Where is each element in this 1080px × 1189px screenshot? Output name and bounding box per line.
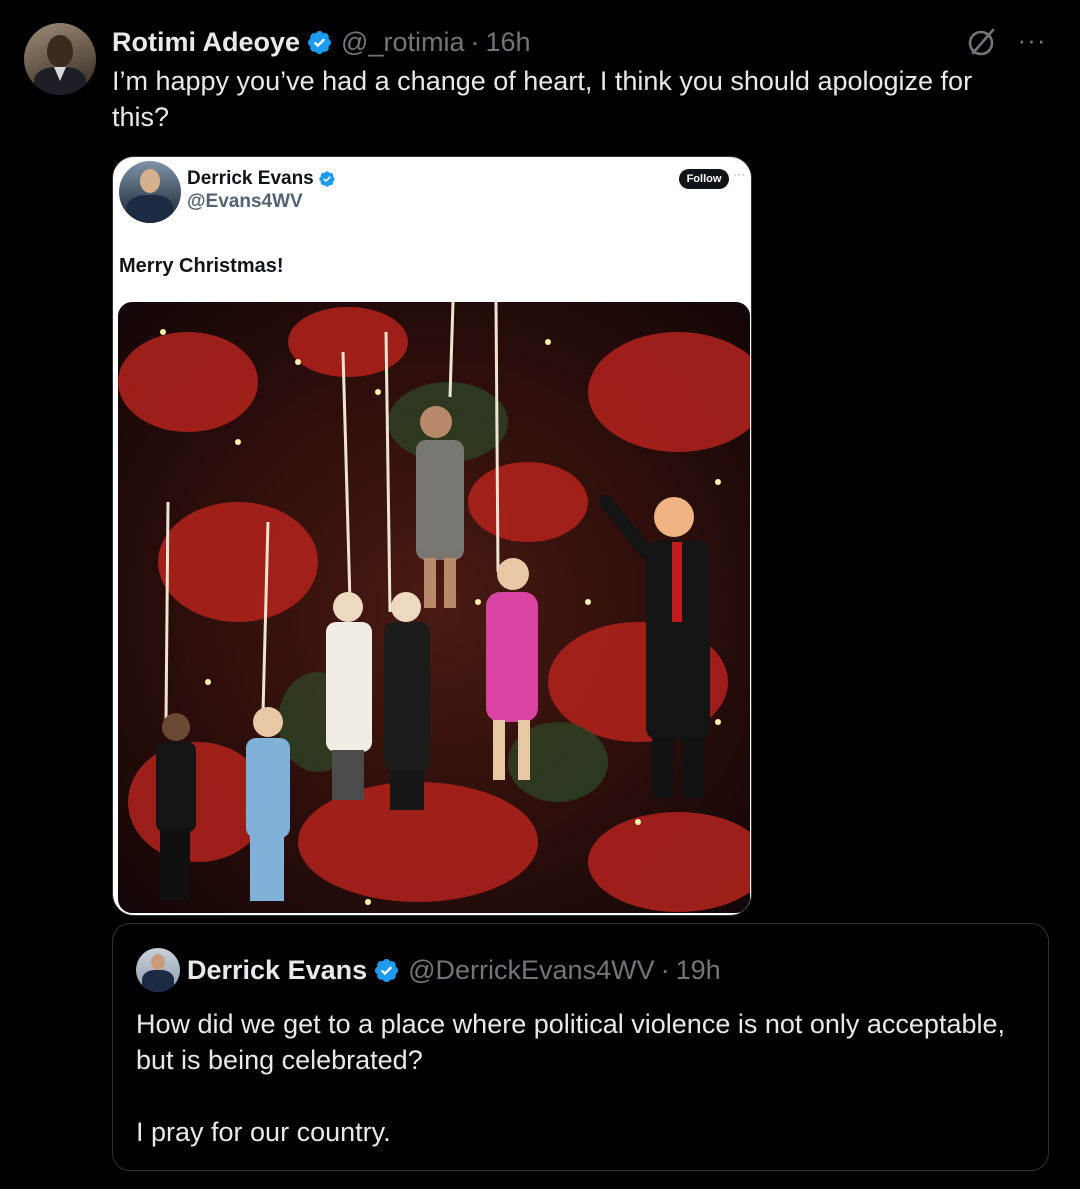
embedded-author-avatar: [119, 161, 181, 223]
attached-image[interactable]: Derrick Evans @Evans4WV Follow ··· Merry…: [112, 156, 752, 916]
quoted-verified-badge-icon: [375, 958, 399, 982]
quoted-separator-dot: ·: [660, 954, 670, 985]
author-display-name[interactable]: Rotimi Adeoye: [112, 27, 300, 58]
quoted-timestamp: 19h: [675, 954, 721, 985]
quoted-author-avatar: [136, 948, 180, 992]
tweet-text: I’m happy you’ve had a change of heart, …: [112, 66, 973, 132]
quoted-tweet-text: How did we get to a place where politica…: [136, 1006, 1016, 1150]
embedded-follow-button: Follow: [679, 169, 729, 189]
christmas-tree-photo: [118, 302, 750, 913]
author-avatar[interactable]: [24, 23, 96, 95]
separator-dot: ·: [470, 26, 480, 57]
embedded-author-display-name: Derrick Evans: [187, 168, 314, 189]
quoted-tweet-header: Derrick Evans @DerrickEvans4WV · 19h: [187, 952, 721, 988]
embedded-more-icon: ···: [733, 167, 745, 181]
quoted-author-handle: @DerrickEvans4WV: [408, 954, 655, 985]
quoted-tweet-text-line-1: How did we get to a place where politica…: [136, 1009, 1005, 1075]
quoted-tweet-card[interactable]: Derrick Evans @DerrickEvans4WV · 19h How…: [112, 923, 1049, 1171]
embedded-author-name-row: Derrick Evans: [187, 168, 336, 190]
author-handle[interactable]: @_rotimia: [341, 27, 464, 58]
quoted-author-display-name: Derrick Evans: [187, 954, 368, 985]
quoted-tweet-text-line-2: I pray for our country.: [136, 1117, 391, 1147]
grok-icon[interactable]: [966, 26, 998, 58]
embedded-verified-badge-icon: [319, 171, 335, 187]
tweet: Rotimi Adeoye @_rotimia · 16h ··· I’m ha…: [0, 0, 1080, 1189]
verified-badge-icon: [308, 30, 332, 54]
tweet-timestamp[interactable]: 16h: [485, 27, 530, 58]
embedded-author-handle: @Evans4WV: [187, 191, 303, 212]
tweet-header: Rotimi Adeoye @_rotimia · 16h: [112, 24, 531, 60]
more-icon[interactable]: ···: [1016, 26, 1048, 58]
embedded-tweet-text: Merry Christmas!: [119, 255, 284, 277]
